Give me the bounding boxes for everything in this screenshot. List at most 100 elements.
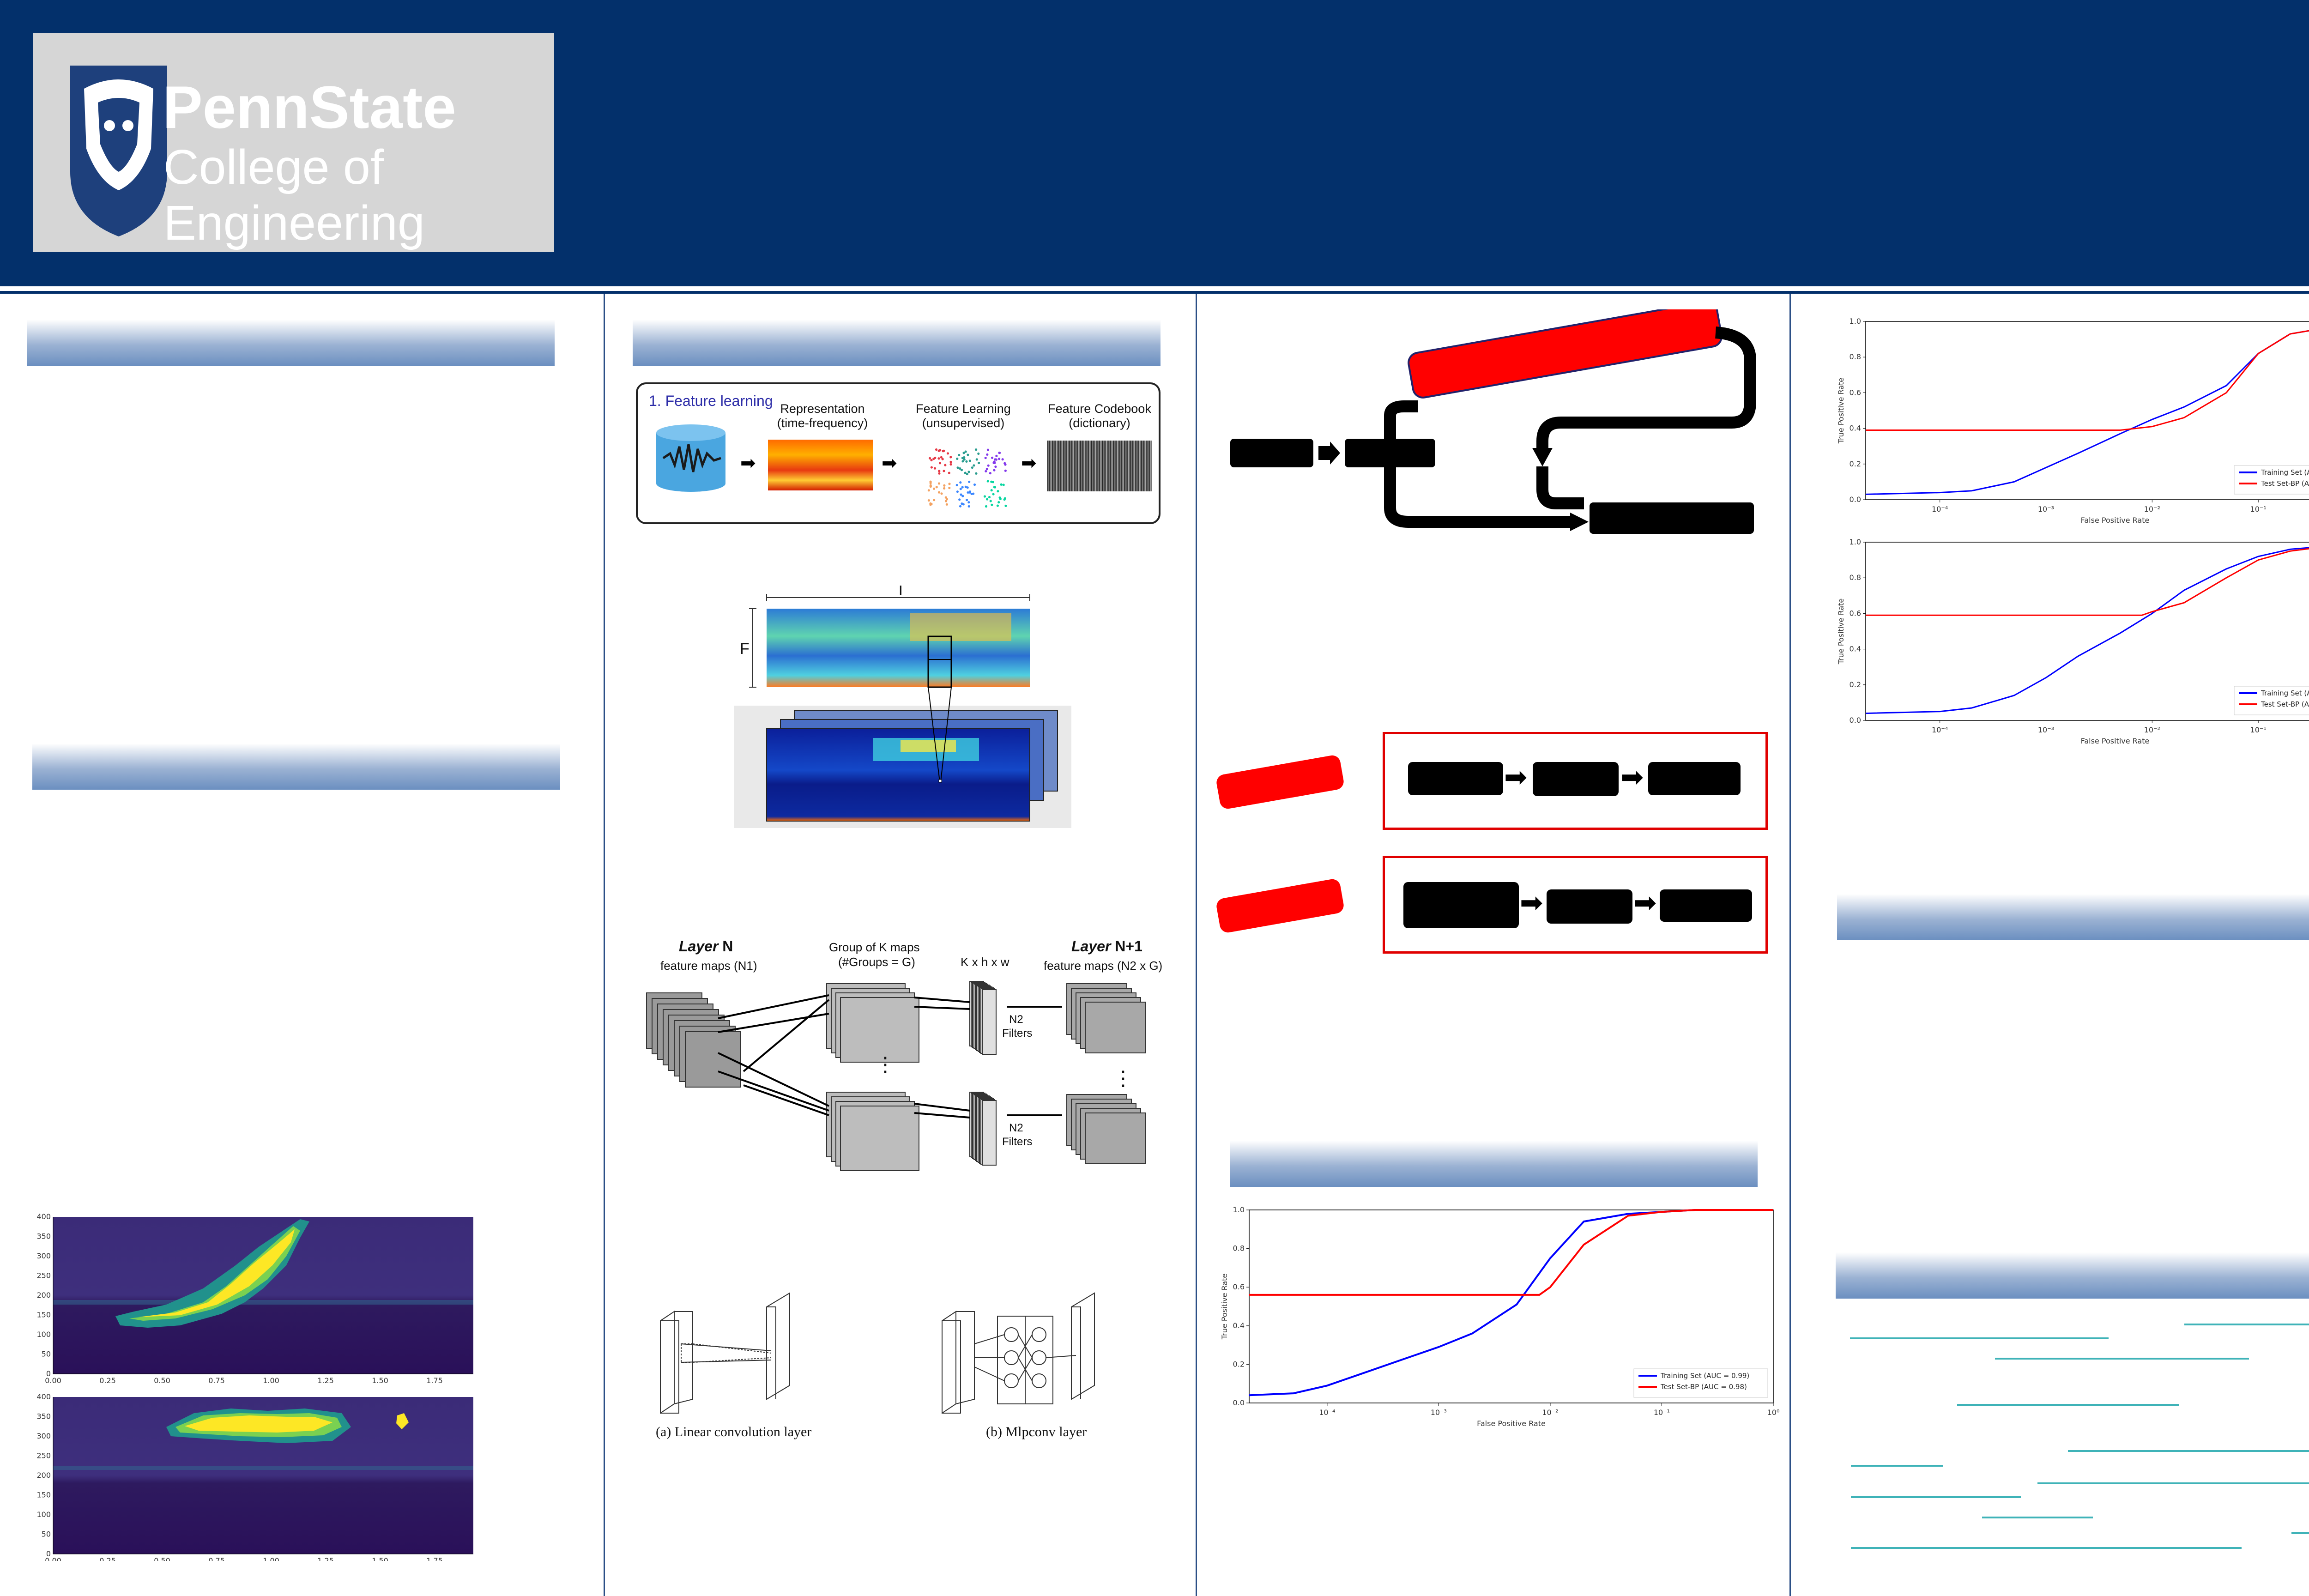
reference-link[interactable] (1851, 1547, 2242, 1549)
scatter-point (959, 488, 962, 490)
layer-n-subtitle: feature maps (N1) (660, 959, 757, 973)
spectrogram-thumbnail (768, 440, 873, 490)
scatter-point (929, 485, 932, 488)
scatter-point (949, 456, 952, 459)
linear-conv-diagram (660, 1292, 790, 1414)
scatter-point (962, 503, 965, 506)
x-axis-label: False Positive Rate (1477, 1419, 1546, 1428)
y-tick-label: 1.0 (1850, 538, 1861, 546)
scatter-point (973, 483, 976, 486)
scatter-point (988, 496, 991, 499)
layer-n-title: Layer N (679, 938, 733, 955)
logo-subtitle: College of Engineering (163, 140, 425, 250)
y-axis-label: True Positive Rate (1837, 598, 1845, 665)
section-header-bar (1837, 894, 2309, 940)
reference-link[interactable] (1851, 1496, 2021, 1498)
y-tick-label: 0.8 (1850, 352, 1861, 361)
scatter-point (993, 461, 996, 465)
scatter-point (972, 492, 975, 495)
scatter-point (930, 459, 933, 462)
heatmap-y-tick: 250 (36, 1271, 51, 1280)
reference-link[interactable] (1850, 1337, 2109, 1339)
heatmap-x-tick: 1.25 (317, 1556, 334, 1561)
cluster-scatter-thumbnail (927, 448, 1007, 508)
heatmap-x-tick: 1.50 (372, 1376, 388, 1385)
scatter-point (945, 503, 948, 506)
reference-link[interactable] (2037, 1482, 2309, 1484)
reference-link[interactable] (2068, 1450, 2309, 1452)
scatter-point (961, 486, 964, 489)
scatter-point (958, 498, 961, 501)
process-block (1345, 439, 1435, 467)
heatmap-y-tick: 100 (36, 1330, 51, 1339)
logo-wordmark: PennState (163, 73, 456, 141)
group-title-1: Group of K maps (829, 940, 920, 954)
y-tick-label: 0.2 (1233, 1360, 1245, 1368)
scatter-point (948, 483, 951, 485)
feature-map (982, 1100, 997, 1166)
scatter-point (986, 480, 989, 483)
feature-map (840, 1106, 919, 1171)
y-tick-label: 0.4 (1850, 645, 1861, 653)
scatter-point (948, 472, 950, 474)
scatter-point (949, 460, 952, 463)
roc-chart-1: 0.00.20.40.60.81.010⁻⁴10⁻³10⁻²10⁻¹10⁰Fal… (1837, 317, 2309, 525)
scatter-point (937, 449, 940, 452)
feature-map (982, 989, 997, 1055)
scatter-point (973, 464, 975, 467)
y-tick-label: 0.6 (1850, 388, 1861, 397)
y-tick-label: 0.8 (1233, 1244, 1245, 1253)
ellipsis-icon: ⋮ (1113, 1067, 1133, 1090)
scatter-point (995, 454, 998, 457)
scatter-point (965, 460, 968, 463)
y-tick-label: 0.8 (1850, 573, 1861, 582)
heatmap-y-tick: 400 (36, 1392, 51, 1401)
reference-link[interactable] (2184, 1324, 2309, 1325)
y-axis-label: True Positive Rate (1220, 1274, 1229, 1340)
scatter-point (960, 469, 963, 472)
y-tick-label: 0.2 (1850, 459, 1861, 468)
heatmap-x-tick: 0.25 (99, 1376, 116, 1385)
scatter-point (946, 452, 949, 455)
reference-link[interactable] (1851, 1465, 1943, 1467)
reference-link[interactable] (1982, 1517, 2093, 1518)
heatmap-x-tick: 0.00 (45, 1556, 61, 1561)
heatmap-x-tick: 0.25 (99, 1556, 116, 1561)
layer-n1-title: Layer N+1 (1071, 938, 1142, 955)
scatter-point (938, 472, 941, 475)
time-axis-label: T (896, 586, 906, 598)
scatter-point (1002, 484, 1005, 486)
scatter-point (933, 467, 937, 470)
heatmap-y-tick: 300 (36, 1432, 51, 1440)
scatter-point (934, 456, 937, 459)
scatter-point (967, 491, 969, 494)
reference-link[interactable] (2291, 1532, 2309, 1534)
x-tick-label: 10⁻³ (1431, 1408, 1447, 1417)
group-title-2: (#Groups = G) (838, 955, 915, 969)
legend-entry: Test Set-BP (AUC = 0.93) (2261, 479, 2309, 488)
scatter-point (958, 453, 961, 457)
reference-link[interactable] (1957, 1404, 2179, 1406)
section-header-bar (1230, 1141, 1758, 1187)
section-header-bar (1836, 1252, 2309, 1299)
flow-arrow (1536, 466, 1584, 509)
scatter-point (991, 456, 994, 459)
x-axis-label: False Positive Rate (2081, 737, 2150, 745)
scatter-point (928, 457, 931, 459)
y-axis-label: True Positive Rate (1837, 378, 1845, 444)
codebook-thumbnail (1047, 441, 1152, 491)
section-header-bar (633, 320, 1161, 366)
x-tick-label: 10⁻³ (2038, 725, 2054, 734)
heatmap-y-tick: 250 (36, 1451, 51, 1460)
audio-database-icon (656, 424, 725, 492)
pipeline-block (1648, 762, 1741, 795)
heatmap-y-tick: 200 (36, 1471, 51, 1480)
scatter-point (990, 489, 993, 492)
scatter-point (996, 504, 999, 507)
scatter-point (948, 486, 951, 490)
feature-map (1085, 1002, 1146, 1053)
heatmap-y-tick: 350 (36, 1232, 51, 1241)
reference-link[interactable] (1995, 1358, 2249, 1360)
heatmap-y-tick: 150 (36, 1311, 51, 1319)
caption-linear-conv: (a) Linear convolution layer (656, 1424, 811, 1439)
